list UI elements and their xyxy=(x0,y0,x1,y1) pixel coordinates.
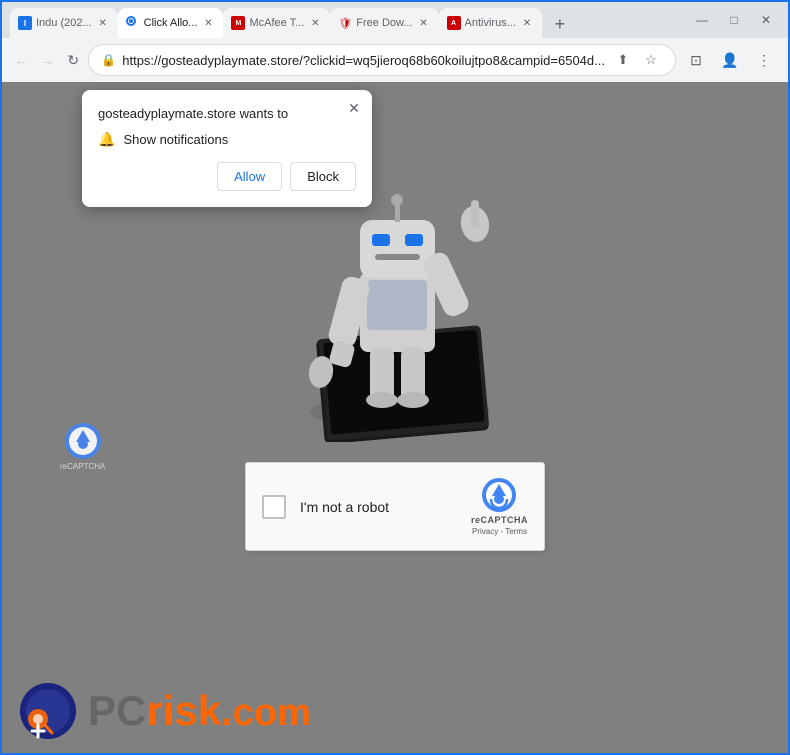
address-icons: ⬆ ☆ xyxy=(611,48,663,72)
tab-favicon-antivirus: A xyxy=(447,16,461,30)
url-text: https://gosteadyplaymate.store/?clickid=… xyxy=(122,53,605,68)
reload-button[interactable]: ↻ xyxy=(62,44,84,76)
maximize-button[interactable]: □ xyxy=(720,6,748,34)
pcrisk-dot: . xyxy=(221,687,233,734)
window-controls: — □ ✕ xyxy=(688,6,780,34)
address-bar[interactable]: 🔒 https://gosteadyplaymate.store/?clicki… xyxy=(88,44,676,76)
recaptcha-checkbox[interactable] xyxy=(262,495,286,519)
notification-popup: ✕ gosteadyplaymate.store wants to 🔔 Show… xyxy=(82,90,372,207)
tab-favicon-click xyxy=(126,16,140,30)
recaptcha-widget[interactable]: I'm not a robot reCAPTCHA Privacy - Term… xyxy=(245,462,545,551)
tab-title-indu: Indu (202... xyxy=(36,17,92,29)
tab-favicon-mcafee: M xyxy=(231,16,245,30)
tab-close-indu[interactable]: ✕ xyxy=(96,16,110,30)
pcrisk-com: com xyxy=(233,692,311,734)
forward-button[interactable]: → xyxy=(36,44,58,76)
pcrisk-pc: PC xyxy=(88,687,146,734)
pcrisk-watermark: PCrisk.com xyxy=(18,681,311,741)
pcrisk-text: PCrisk.com xyxy=(88,687,311,734)
tab-freedow[interactable]: 🛡 Free Dow... ✕ xyxy=(330,8,438,38)
minimize-button[interactable]: — xyxy=(688,6,716,34)
title-bar: I Indu (202... ✕ Click Allo... ✕ M McAfe… xyxy=(2,2,788,38)
bookmark-icon[interactable]: ☆ xyxy=(639,48,663,72)
tab-favicon-freedow: 🛡 xyxy=(338,16,352,30)
browser-window: I Indu (202... ✕ Click Allo... ✕ M McAfe… xyxy=(0,0,790,755)
pcrisk-risk: risk xyxy=(146,687,221,734)
allow-button[interactable]: Allow xyxy=(217,162,282,191)
tab-close-antivirus[interactable]: ✕ xyxy=(520,16,534,30)
tab-click[interactable]: Click Allo... ✕ xyxy=(118,8,224,38)
recaptcha-brand-text: reCAPTCHA xyxy=(471,515,528,525)
menu-icon[interactable]: ⋮ xyxy=(748,44,780,76)
tab-title-freedow: Free Dow... xyxy=(356,17,412,29)
toolbar-icons: ⊡ 👤 ⋮ xyxy=(680,44,780,76)
bell-icon: 🔔 xyxy=(98,131,115,148)
popup-notification-text: Show notifications xyxy=(123,132,228,147)
tab-title-mcafee: McAfee T... xyxy=(249,17,304,29)
mini-recaptcha-logo-svg xyxy=(64,422,102,460)
profile-icon[interactable]: 👤 xyxy=(714,44,746,76)
tab-indu[interactable]: I Indu (202... ✕ xyxy=(10,8,118,38)
tab-close-mcafee[interactable]: ✕ xyxy=(308,16,322,30)
mini-recaptcha-label: reCAPTCHA xyxy=(60,462,105,471)
tab-mcafee[interactable]: M McAfee T... ✕ xyxy=(223,8,330,38)
block-button[interactable]: Block xyxy=(290,162,356,191)
pcrisk-logo-svg xyxy=(18,681,78,741)
tab-antivirus[interactable]: A Antivirus... ✕ xyxy=(439,8,542,38)
recaptcha-label: I'm not a robot xyxy=(300,499,471,515)
lock-icon: 🔒 xyxy=(101,53,116,67)
back-button[interactable]: ← xyxy=(10,44,32,76)
recaptcha-logo-svg xyxy=(481,477,517,513)
pcrisk-text-area: PCrisk.com xyxy=(88,690,311,732)
share-icon[interactable]: ⬆ xyxy=(611,48,635,72)
tab-title-antivirus: Antivirus... xyxy=(465,17,516,29)
popup-title: gosteadyplaymate.store wants to xyxy=(98,106,356,121)
popup-close-button[interactable]: ✕ xyxy=(344,98,364,118)
recaptcha-logo-area: reCAPTCHA Privacy - Terms xyxy=(471,477,528,536)
tab-close-click[interactable]: ✕ xyxy=(201,16,215,30)
mini-recaptcha: reCAPTCHA xyxy=(60,422,105,471)
close-button[interactable]: ✕ xyxy=(752,6,780,34)
recaptcha-links-text: Privacy - Terms xyxy=(472,527,527,536)
page-content: ✕ gosteadyplaymate.store wants to 🔔 Show… xyxy=(2,82,788,753)
popup-notification-row: 🔔 Show notifications xyxy=(98,131,356,148)
new-tab-button[interactable]: + xyxy=(546,10,574,38)
nav-bar: ← → ↻ 🔒 https://gosteadyplaymate.store/?… xyxy=(2,38,788,82)
tabs-area: I Indu (202... ✕ Click Allo... ✕ M McAfe… xyxy=(10,2,684,38)
tab-favicon-indu: I xyxy=(18,16,32,30)
extensions-icon[interactable]: ⊡ xyxy=(680,44,712,76)
popup-buttons: Allow Block xyxy=(98,162,356,191)
tab-title-click: Click Allo... xyxy=(144,17,198,29)
tab-close-freedow[interactable]: ✕ xyxy=(417,16,431,30)
